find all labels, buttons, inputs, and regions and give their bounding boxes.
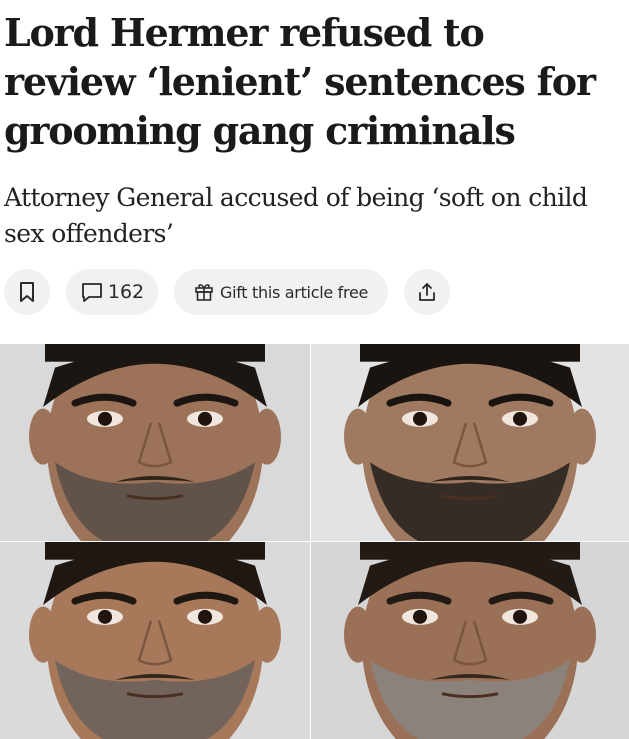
article-actions-bar: 162 Gift this article free — [4, 269, 450, 315]
bookmark-button[interactable] — [4, 269, 50, 315]
portrait-image — [311, 344, 629, 541]
portrait-image — [311, 542, 629, 739]
article-standfirst: Attorney General accused of being ‘soft … — [4, 183, 588, 248]
comment-icon — [81, 283, 102, 302]
portrait-image — [0, 344, 310, 541]
bookmark-icon — [20, 282, 34, 302]
mugshot-photo-1[interactable] — [0, 344, 310, 541]
portrait-image — [0, 542, 310, 739]
mugshot-photo-3[interactable] — [0, 542, 310, 739]
gift-article-button[interactable]: Gift this article free — [174, 269, 388, 315]
comments-button[interactable]: 162 — [66, 269, 158, 315]
photo-grid — [0, 344, 629, 739]
gift-icon — [195, 284, 213, 301]
gift-article-label: Gift this article free — [219, 282, 369, 302]
share-icon — [419, 283, 435, 301]
mugshot-photo-4[interactable] — [311, 542, 629, 739]
comment-count: 162 — [107, 281, 145, 303]
share-button[interactable] — [404, 269, 450, 315]
mugshot-photo-2[interactable] — [311, 344, 629, 541]
article-headline: Lord Hermer refused to review ‘lenient’ … — [4, 10, 596, 153]
